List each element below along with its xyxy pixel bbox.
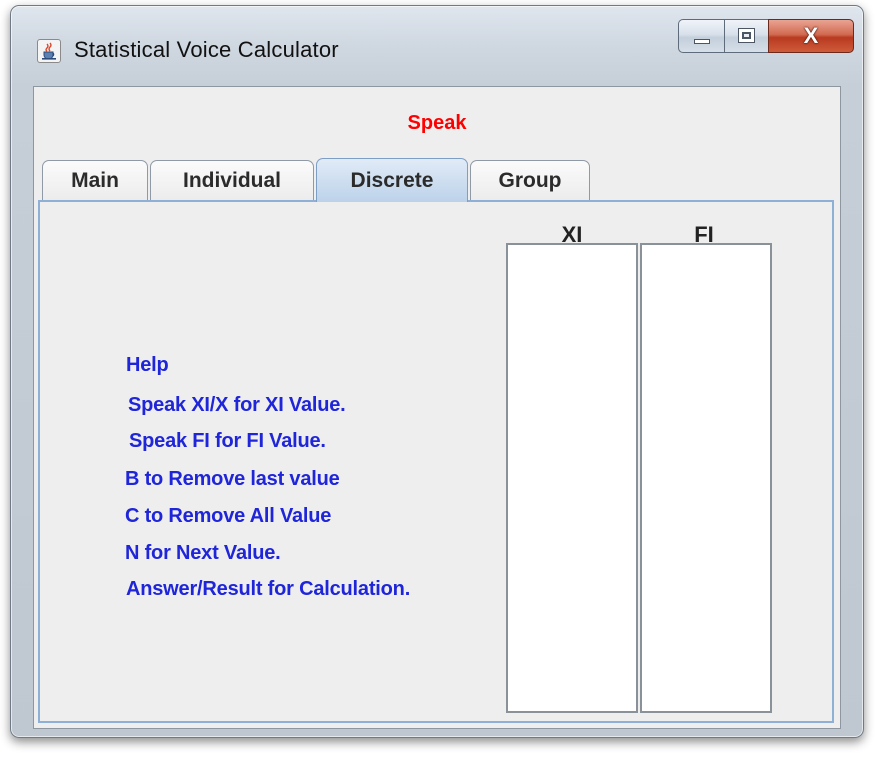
help-line-remove-all: C to Remove All Value [125,505,332,527]
tab-group[interactable]: Group [470,160,590,200]
window-controls: X [678,19,854,53]
help-line-xi: Speak XI/X for XI Value. [128,394,346,416]
tab-main[interactable]: Main [42,160,148,200]
help-line-next: N for Next Value. [125,542,281,564]
tab-discrete[interactable]: Discrete [316,158,468,202]
xi-values-list[interactable] [506,243,638,713]
tab-individual[interactable]: Individual [150,160,314,200]
close-icon: X [803,23,819,48]
speak-label: Speak [407,112,467,134]
title-bar[interactable]: Statistical Voice Calculator X [11,6,863,86]
client-area: Speak Main Individual Discrete Group XI … [33,86,841,729]
maximize-icon [738,28,755,43]
fi-values-list[interactable] [640,243,772,713]
maximize-button[interactable] [724,19,768,53]
minimize-button[interactable] [678,19,724,53]
help-line-remove-last: B to Remove last value [125,468,340,490]
help-heading: Help [126,354,169,376]
discrete-panel: XI FI Help Speak XI/X for XI Value. Spea… [38,200,834,723]
window-title: Statistical Voice Calculator [74,37,339,62]
minimize-icon [694,39,710,44]
help-line-answer: Answer/Result for Calculation. [126,578,411,600]
app-window: Statistical Voice Calculator X Speak Mai… [10,5,864,738]
help-line-fi: Speak FI for FI Value. [129,430,326,452]
java-cup-icon[interactable] [37,39,61,63]
close-button[interactable]: X [768,19,854,53]
